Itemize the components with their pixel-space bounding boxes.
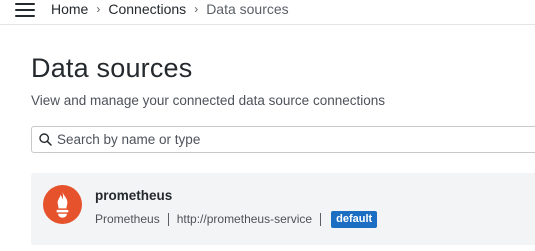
search-box	[31, 126, 535, 153]
datasource-url: http://prometheus-service	[176, 212, 313, 226]
search-input[interactable]	[57, 127, 535, 152]
breadcrumb-separator: ›	[96, 1, 101, 16]
search-icon	[39, 133, 52, 146]
datasource-meta: Prometheus http://prometheus-service def…	[95, 210, 378, 228]
datasource-name[interactable]: prometheus	[95, 188, 172, 203]
prometheus-logo-icon	[43, 185, 82, 224]
datasource-card[interactable]: prometheus Prometheus http://prometheus-…	[31, 173, 535, 245]
hamburger-menu-icon[interactable]	[15, 3, 35, 17]
top-bar: Home › Connections › Data sources	[0, 0, 535, 25]
meta-divider	[167, 212, 169, 226]
breadcrumb-separator: ›	[194, 1, 199, 16]
breadcrumb: Home › Connections › Data sources	[51, 0, 289, 17]
default-badge: default	[331, 210, 378, 228]
page-title: Data sources	[31, 53, 193, 83]
meta-divider	[320, 212, 322, 226]
datasource-type: Prometheus	[95, 212, 160, 226]
breadcrumb-home[interactable]: Home	[51, 1, 88, 17]
breadcrumb-connections[interactable]: Connections	[108, 1, 186, 17]
page-subtitle: View and manage your connected data sour…	[31, 93, 385, 108]
breadcrumb-current: Data sources	[206, 0, 289, 17]
